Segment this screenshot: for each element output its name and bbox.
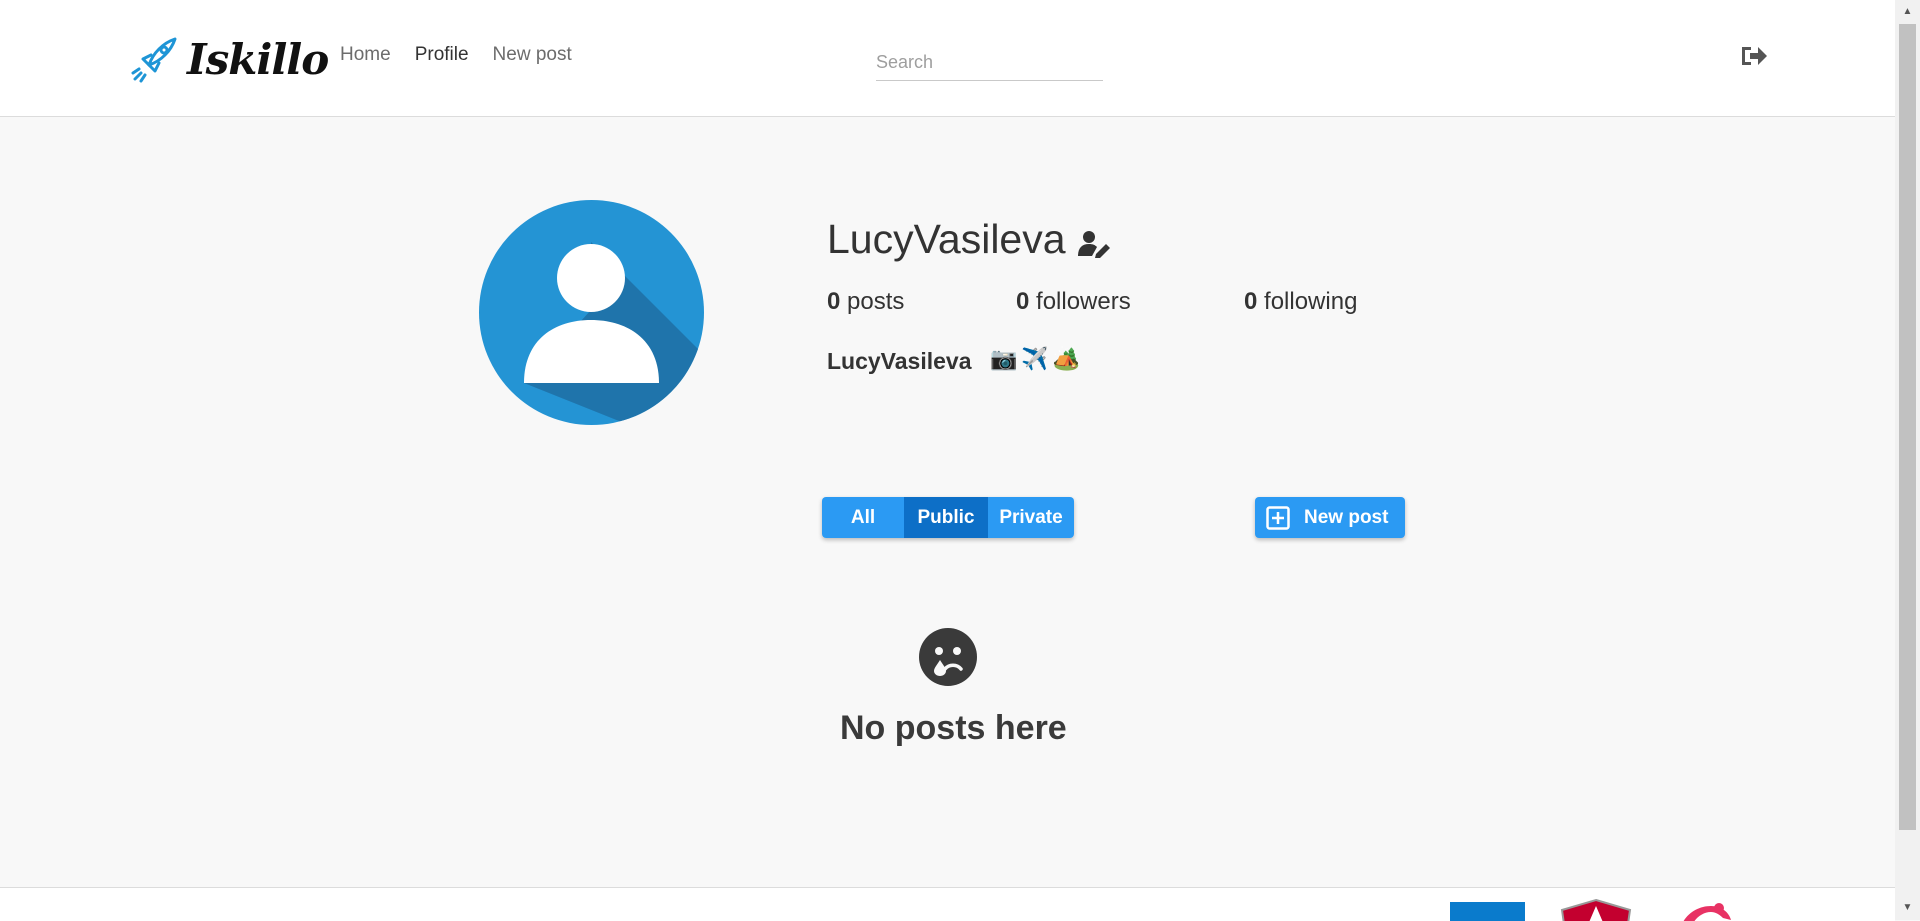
nav-home-link[interactable]: Home xyxy=(340,44,391,66)
scroll-down-arrow-icon[interactable]: ▼ xyxy=(1895,898,1920,916)
profile-avatar xyxy=(479,200,704,425)
new-post-button[interactable]: New post xyxy=(1255,497,1405,538)
search-input[interactable] xyxy=(876,44,1103,81)
brand-name: Iskillo xyxy=(187,34,329,84)
scroll-up-arrow-icon[interactable]: ▲ xyxy=(1895,2,1920,20)
following-count-label: following xyxy=(1264,288,1358,315)
profile-username: LucyVasileva xyxy=(827,216,1066,262)
followers-count[interactable]: 0 followers xyxy=(1016,288,1131,316)
filter-all-button[interactable]: All xyxy=(822,497,904,538)
page-footer xyxy=(0,887,1895,921)
scrollbar-thumb[interactable] xyxy=(1899,24,1916,830)
post-filter-group: All Public Private xyxy=(822,497,1074,538)
rocket-icon xyxy=(131,37,177,83)
filter-private-button[interactable]: Private xyxy=(988,497,1074,538)
sign-out-icon[interactable] xyxy=(1740,44,1768,68)
new-post-button-label: New post xyxy=(1304,506,1389,528)
plus-square-icon xyxy=(1266,505,1290,530)
following-count[interactable]: 0 following xyxy=(1244,288,1357,316)
nav-new-post-link[interactable]: New post xyxy=(493,44,572,66)
empty-state-message: No posts here xyxy=(840,709,1067,747)
followers-count-label: followers xyxy=(1036,288,1131,315)
posts-count-label: posts xyxy=(847,288,905,315)
posts-count-value: 0 xyxy=(827,288,841,315)
following-count-value: 0 xyxy=(1244,288,1258,315)
nav-profile-link[interactable]: Profile xyxy=(415,44,469,66)
footer-logo-pink xyxy=(1683,903,1731,921)
footer-logo-blue xyxy=(1450,902,1525,921)
filter-public-button[interactable]: Public xyxy=(904,497,988,538)
profile-bio-name: LucyVasileva xyxy=(827,348,972,374)
app-logo[interactable]: Iskillo xyxy=(131,31,329,87)
vertical-scrollbar[interactable]: ▲ ▼ xyxy=(1895,0,1920,920)
nav-links: Home Profile New post xyxy=(340,44,572,66)
user-edit-icon[interactable] xyxy=(1078,230,1112,258)
followers-count-value: 0 xyxy=(1016,288,1030,315)
profile-bio-emojis: 📷✈️🏕️ xyxy=(990,347,1085,372)
sad-tear-icon xyxy=(919,628,977,686)
angular-shield-icon xyxy=(1560,898,1632,921)
posts-count: 0 posts xyxy=(827,288,904,316)
top-navbar: Iskillo Home Profile New post xyxy=(0,0,1895,117)
